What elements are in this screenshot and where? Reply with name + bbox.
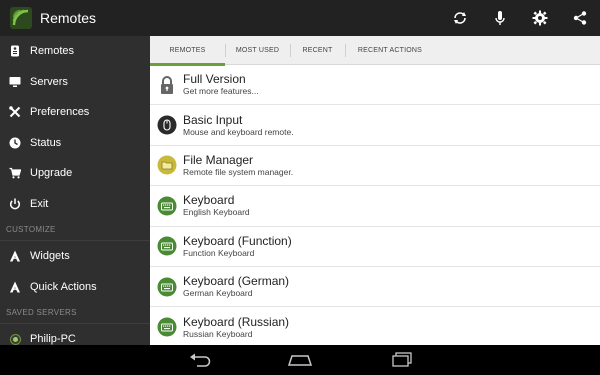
tab-recent-actions[interactable]: RECENT ACTIONS: [345, 36, 435, 65]
list-item-subtitle: Remote file system manager.: [183, 166, 294, 177]
keyboard-icon: [157, 277, 177, 297]
list-item-title: Keyboard: [183, 193, 235, 208]
list-item-file-manager[interactable]: File Manager Remote file system manager.: [150, 146, 600, 187]
server-online-icon: [9, 333, 21, 345]
drawer-item-label: Widgets: [30, 250, 70, 263]
drawer-item-label: Philip-PC: [30, 333, 76, 345]
home-button[interactable]: [286, 351, 314, 369]
refresh-icon: [454, 12, 466, 24]
system-navigation-bar: [0, 345, 600, 375]
keyboard-icon: [157, 196, 177, 216]
recent-apps-icon: [392, 352, 412, 367]
drawer-item-widgets[interactable]: Widgets: [0, 241, 150, 272]
list-item-title: Keyboard (Function): [183, 233, 292, 248]
share-button[interactable]: [560, 0, 600, 36]
app-title: Remotes: [40, 10, 97, 26]
list-item-subtitle: English Keyboard: [183, 207, 250, 218]
list-item-title: Basic Input: [183, 112, 243, 127]
drawer-item-label: Exit: [30, 197, 49, 210]
settings-button[interactable]: [520, 0, 560, 36]
back-icon: [190, 353, 211, 367]
drawer-item-label: Servers: [30, 75, 68, 88]
navigation-drawer: Remotes Servers Preferences Status Upgra…: [0, 36, 150, 345]
monitor-icon: [9, 76, 21, 88]
drawer-item-label: Upgrade: [30, 167, 73, 180]
drawer-item-exit[interactable]: Exit: [0, 189, 150, 220]
list-item-subtitle: Function Keyboard: [183, 247, 255, 258]
mouse-icon: [157, 115, 177, 135]
share-icon: [573, 11, 587, 25]
drawer-item-label: Preferences: [30, 106, 90, 119]
drawer-item-label: Status: [30, 136, 62, 149]
list-item-subtitle: German Keyboard: [183, 288, 253, 299]
gear-icon: [532, 10, 548, 26]
back-button[interactable]: [186, 351, 214, 369]
list-item-keyboard[interactable]: Keyboard English Keyboard: [150, 186, 600, 227]
tab-remotes[interactable]: REMOTES: [150, 36, 225, 66]
drawer-item-servers[interactable]: Servers: [0, 67, 150, 98]
list-item-title: Full Version: [183, 72, 246, 87]
drawer-item-preferences[interactable]: Preferences: [0, 97, 150, 128]
action-bar: Remotes: [0, 0, 600, 36]
tools-icon: [9, 106, 21, 118]
tab-recent[interactable]: RECENT: [290, 36, 345, 65]
list-item-keyboard-german[interactable]: Keyboard (German) German Keyboard: [150, 267, 600, 308]
tab-bar: REMOTES MOST USED RECENT RECENT ACTIONS: [150, 36, 600, 66]
widgets-icon: [9, 250, 21, 262]
tab-most-used[interactable]: MOST USED: [225, 36, 290, 65]
list-item-full-version[interactable]: Full Version Get more features...: [150, 65, 600, 106]
remotes-icon: [9, 45, 21, 57]
status-icon: [9, 137, 21, 149]
home-icon: [287, 355, 313, 366]
list-item-subtitle: Russian Keyboard: [183, 328, 253, 339]
voice-button[interactable]: [480, 0, 520, 36]
drawer-section-customize: CUSTOMIZE: [0, 219, 150, 241]
drawer-item-upgrade[interactable]: Upgrade: [0, 158, 150, 189]
list-item-basic-input[interactable]: Basic Input Mouse and keyboard remote.: [150, 105, 600, 146]
lock-icon: [157, 75, 177, 95]
folder-icon: [157, 155, 177, 175]
drawer-item-remotes[interactable]: Remotes: [0, 36, 150, 67]
list-item-subtitle: Mouse and keyboard remote.: [183, 126, 294, 137]
microphone-icon: [495, 11, 505, 25]
list-item-title: Keyboard (German): [183, 274, 290, 289]
keyboard-icon: [157, 236, 177, 256]
keyboard-icon: [157, 317, 177, 337]
list-item-keyboard-russian[interactable]: Keyboard (Russian) Russian Keyboard: [150, 307, 600, 345]
quick-actions-icon: [9, 281, 21, 293]
cart-icon: [9, 167, 21, 179]
list-item-keyboard-function[interactable]: Keyboard (Function) Function Keyboard: [150, 227, 600, 267]
drawer-section-saved-servers: SAVED SERVERS: [0, 302, 150, 324]
drawer-item-label: Quick Actions: [30, 280, 97, 293]
refresh-button[interactable]: [440, 0, 480, 36]
recent-apps-button[interactable]: [388, 351, 416, 369]
drawer-item-quick-actions[interactable]: Quick Actions: [0, 272, 150, 303]
drawer-item-saved-server[interactable]: Philip-PC: [0, 324, 150, 345]
drawer-item-status[interactable]: Status: [0, 128, 150, 159]
app-logo-icon[interactable]: [10, 7, 32, 29]
list-item-title: File Manager: [183, 152, 254, 167]
remotes-panel: REMOTES MOST USED RECENT RECENT ACTIONS …: [150, 36, 600, 345]
list-item-subtitle: Get more features...: [183, 86, 259, 97]
drawer-item-label: Remotes: [30, 45, 75, 58]
power-icon: [9, 198, 21, 210]
list-item-title: Keyboard (Russian): [183, 314, 290, 329]
